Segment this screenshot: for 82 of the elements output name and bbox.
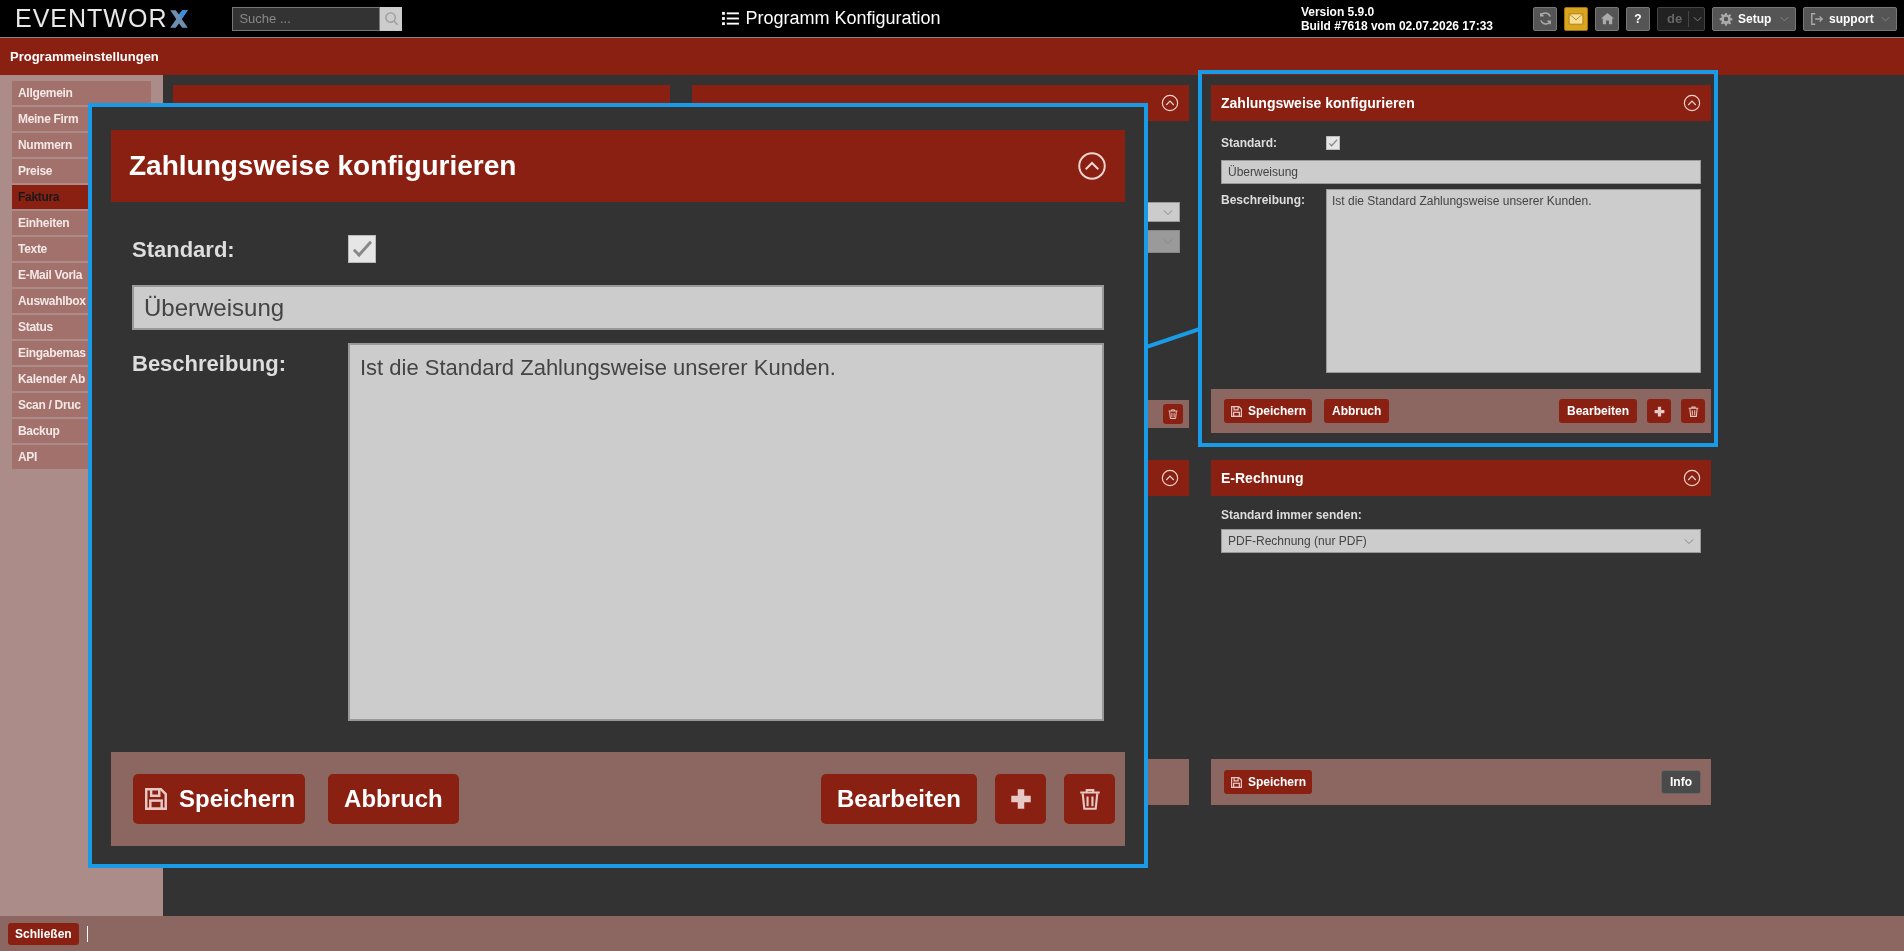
collapse-icon	[1683, 469, 1701, 487]
save-icon	[143, 786, 169, 812]
collapse-icon	[1161, 94, 1179, 112]
sidebar-item[interactable]: Eingabemas	[12, 341, 88, 365]
mail-button[interactable]	[1564, 6, 1588, 31]
checkbox[interactable]	[348, 235, 376, 263]
sidebar-item[interactable]: Nummern	[12, 133, 88, 157]
collapse-icon	[1161, 469, 1179, 487]
search-field[interactable]: Suche ...	[232, 6, 381, 31]
description-field[interactable]: Ist die Standard Zahlungsweise unserer Kunden.	[348, 343, 1104, 721]
sidebar-item[interactable]: Kalender Ab	[12, 367, 88, 391]
refresh-button[interactable]	[1533, 6, 1557, 31]
panel-title: Zahlungsweise konfigurieren	[129, 149, 517, 183]
action-button[interactable]: Abbruch	[1324, 399, 1390, 423]
add-button[interactable]	[995, 774, 1046, 824]
caret-icon	[1881, 15, 1890, 22]
save-icon	[1230, 775, 1243, 789]
delete-button[interactable]	[1064, 774, 1115, 824]
field-label: Standard immer senden:	[1221, 507, 1363, 524]
home-button[interactable]	[1595, 6, 1619, 31]
sidebar-item[interactable]: E-Mail Vorla	[12, 263, 88, 287]
sidebar-item[interactable]: Meine Firm	[12, 107, 88, 131]
page-header-title: Programm Konfiguration	[745, 7, 941, 30]
sidebar-item[interactable]: Auswahlbox	[12, 289, 88, 313]
save-icon	[1230, 404, 1243, 418]
version-text: Version 5.9.0	[1300, 4, 1376, 19]
sidebar-item[interactable]: Texte	[12, 237, 88, 261]
panel-title: E-Rechnung	[1221, 468, 1304, 488]
sidebar-item[interactable]: Scan / Druc	[12, 393, 88, 417]
collapse-icon	[1077, 151, 1107, 181]
caret-icon	[1163, 208, 1173, 216]
action-button[interactable]: Bearbeiten	[1558, 399, 1637, 423]
name-field[interactable]: Überweisung	[1221, 160, 1701, 184]
check-icon	[1327, 137, 1339, 149]
sidebar-item[interactable]: Status	[12, 315, 88, 339]
field-label: Beschreibung:	[1221, 192, 1306, 209]
save-button[interactable]: Speichern	[133, 774, 306, 824]
field-label: Standard:	[1221, 135, 1278, 152]
action-button[interactable]: Abbruch	[328, 774, 459, 824]
caret-icon	[1780, 15, 1789, 22]
plus-icon	[1652, 404, 1666, 418]
home-icon	[1599, 11, 1615, 26]
mail-icon	[1568, 12, 1584, 25]
sidebar-item[interactable]: Allgemein	[12, 81, 151, 105]
info-button[interactable]: Info	[1661, 770, 1701, 794]
add-button[interactable]	[1647, 399, 1671, 423]
build-text: Build #7618 vom 02.07.2026 17:33	[1300, 18, 1493, 33]
trash-icon	[1686, 404, 1700, 418]
settings-icon	[1719, 11, 1733, 26]
logo-cross-icon	[168, 7, 191, 30]
sidebar-item[interactable]: Backup	[12, 419, 88, 443]
logout-icon	[1810, 11, 1824, 26]
list-icon	[722, 11, 740, 26]
panel-title: Zahlungsweise konfigurieren	[1221, 93, 1415, 113]
page-title: Programmeinstellungen	[10, 47, 159, 66]
save-button[interactable]: Speichern	[1224, 770, 1313, 794]
close-button[interactable]: Schließen	[8, 922, 79, 945]
save-button[interactable]: Speichern	[1224, 399, 1313, 423]
delete-button[interactable]	[1681, 399, 1705, 423]
user-menu[interactable]: support	[1803, 6, 1897, 31]
select-field[interactable]: PDF-Rechnung (nur PDF)	[1221, 529, 1701, 553]
field-label: Beschreibung:	[132, 350, 288, 378]
setup-menu[interactable]: Setup	[1712, 6, 1796, 31]
language-value: de	[1666, 9, 1684, 28]
sidebar-item[interactable]: Einheiten	[12, 211, 88, 235]
action-button[interactable]: Bearbeiten	[820, 774, 977, 824]
caret-icon	[1693, 15, 1702, 22]
name-field[interactable]: Überweisung	[132, 285, 1104, 330]
sidebar-item[interactable]: API	[12, 445, 88, 469]
description-field[interactable]: Ist die Standard Zahlungsweise unserer Kunden.	[1326, 189, 1701, 373]
collapse-icon	[1683, 94, 1701, 112]
refresh-icon	[1537, 11, 1553, 26]
search-icon	[383, 11, 399, 26]
caret-icon	[1684, 537, 1694, 545]
help-button[interactable]: ?	[1626, 6, 1650, 31]
logo-text: EVENTWOR	[15, 6, 168, 31]
delete-button[interactable]	[1163, 404, 1183, 424]
search-button[interactable]	[380, 6, 403, 31]
sidebar-item[interactable]: Preise	[12, 159, 88, 183]
trash-icon	[1167, 408, 1179, 420]
checkbox[interactable]	[1326, 136, 1340, 150]
field-label: Standard:	[132, 235, 236, 264]
